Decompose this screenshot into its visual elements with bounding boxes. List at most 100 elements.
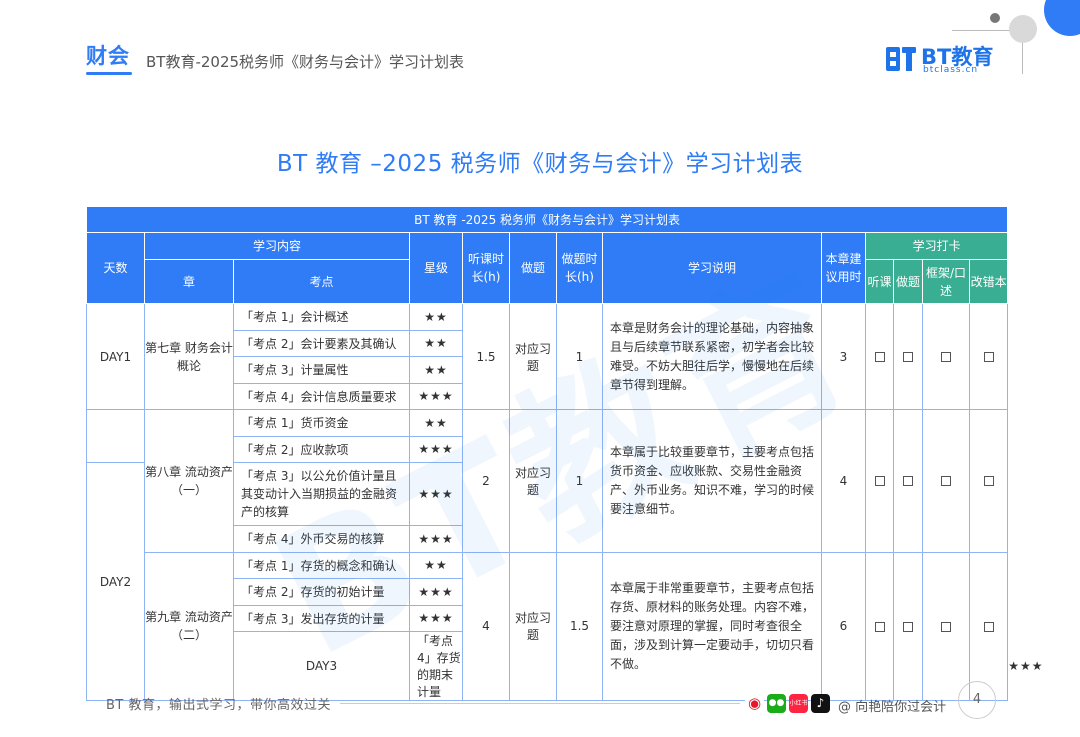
checkbox-cell (968, 303, 1009, 410)
checkin-frame-checkbox[interactable] (941, 621, 951, 632)
checkin-fix-checkbox[interactable] (983, 352, 994, 362)
header-underline (86, 72, 132, 75)
header-check-do: 做题 (893, 259, 923, 304)
header-chapter: 章 (144, 259, 234, 304)
day-cell-empty (86, 409, 145, 463)
header-total: 本章建议用时 (821, 232, 866, 304)
social-icons: ◉ ●● 小红书 ♪ (745, 694, 830, 714)
chapter-cell: 第七章 财务会计概论 (144, 303, 234, 410)
header-notes: 学习说明 (602, 232, 822, 304)
header-stars: 星级 (409, 232, 463, 304)
checkin-fix-checkbox[interactable] (983, 621, 994, 632)
header-check-frame: 框架/口述 (922, 259, 970, 304)
logo-subtext: btclass.cn (923, 65, 979, 75)
point-cell: 「考点 3」发出存货的计量 (233, 604, 410, 632)
table-row: 第八章 流动资产（一） 「考点 1」货币资金 ★★ 2 对应习题 1 本章属于比… (86, 409, 1009, 553)
stars-cell: ★★ (409, 303, 463, 331)
decor-blue-circle (1044, 0, 1080, 36)
notes-cell: 本章属于比较重要章节，主要考点包括货币资金、应收账款、交易性金融资产、外币业务。… (602, 409, 822, 553)
checkin-listen-checkbox[interactable] (874, 476, 885, 487)
header-check-listen: 听课 (865, 259, 894, 304)
header-point: 考点 (233, 259, 410, 304)
weibo-icon[interactable]: ◉ (745, 694, 764, 713)
point-cell: 「考点 1」货币资金 (233, 409, 410, 437)
checkin-do-checkbox[interactable] (903, 352, 913, 362)
header-listen: 听课时长(h) (462, 232, 510, 304)
xiaohongshu-icon[interactable]: 小红书 (789, 694, 808, 713)
stars-cell: ★★★ (409, 435, 463, 463)
checkbox-cell (968, 409, 1009, 553)
checkin-fix-checkbox[interactable] (983, 476, 994, 487)
point-cell: 「考点 2」会计要素及其确认 (233, 329, 410, 357)
checkin-do-checkbox[interactable] (903, 476, 913, 487)
bt-logo-icon (886, 47, 916, 71)
douyin-icon[interactable]: ♪ (811, 694, 830, 713)
point-cell: 「考点 4」会计信息质量要求 (233, 382, 410, 410)
stars-cell: ★★ (409, 409, 463, 437)
notes-cell: 本章是财务会计的理论基础，内容抽象且与后续章节联系紧密，初学者会比较难受。不妨大… (602, 303, 822, 410)
point-cell: 「考点 1」存货的概念和确认 (233, 551, 410, 579)
point-cell: 「考点 4」存货的期末计量 (409, 631, 463, 701)
stars-cell: ★★★ (409, 382, 463, 410)
point-cell: 「考点 3」以公允价值计量且其变动计入当期损益的金融资产的核算 (233, 462, 410, 526)
table-row: DAY1 第七章 财务会计概论 「考点 1」会计概述 ★★ 1.5 对应习题 1… (86, 303, 1009, 410)
point-cell: 「考点 3」计量属性 (233, 356, 410, 384)
listen-hours-cell: 1.5 (462, 303, 510, 410)
point-cell: 「考点 4」外币交易的核算 (233, 525, 410, 553)
footer-slogan: BT 教育，输出式学习，带你高效过关 (106, 698, 331, 713)
header-day: 天数 (86, 232, 145, 304)
point-cell: 「考点 2」存货的初始计量 (233, 578, 410, 606)
stars-cell: ★★ (409, 356, 463, 384)
wechat-icon[interactable]: ●● (767, 694, 786, 713)
point-cell: 「考点 1」会计概述 (233, 303, 410, 331)
stars-cell: ★★ (409, 551, 463, 579)
exercise-cell: 对应习题 (509, 409, 557, 553)
day-cell: DAY2 (86, 462, 145, 701)
header-brand: 财会 (86, 44, 130, 68)
checkbox-cell (865, 551, 894, 701)
checkbox-cell (922, 551, 970, 701)
bt-logo: BT教育 btclass.cn (885, 42, 1005, 76)
study-plan-table: BT 教育 -2025 税务师《财务与会计》学习计划表 天数 学习内容 星级 听… (85, 206, 1043, 701)
footer-divider (340, 703, 740, 704)
stars-cell: ★★★ (409, 525, 463, 553)
decor-gray-circle (1009, 15, 1037, 43)
total-hours-cell: 6 (821, 551, 866, 701)
header-exercise: 做题 (509, 232, 557, 304)
checkbox-cell (922, 409, 970, 553)
checkbox-cell (865, 409, 894, 553)
page-number: 4 (958, 681, 996, 719)
day-cell: DAY3 (233, 631, 410, 701)
checkbox-cell (865, 303, 894, 410)
total-hours-cell: 3 (821, 303, 866, 410)
header-check-fix: 改错本 (968, 259, 1009, 304)
stars-cell: ★★★ (409, 604, 463, 632)
checkin-frame-checkbox[interactable] (941, 476, 951, 487)
decor-dot (990, 13, 1000, 23)
exercise-cell: 对应习题 (509, 303, 557, 410)
table-row: 第九章 流动资产（二） 「考点 1」存货的概念和确认 ★★ 4 对应习题 1.5… (87, 551, 1009, 701)
checkin-listen-checkbox[interactable] (874, 621, 885, 632)
checkbox-cell (922, 303, 970, 410)
checkbox-cell (893, 409, 923, 553)
header-exercise-time: 做题时长(h) (556, 232, 603, 304)
checkbox-cell (893, 303, 923, 410)
page-title: BT 教育 –2025 税务师《财务与会计》学习计划表 (276, 151, 804, 177)
exercise-hours-cell: 1 (556, 303, 603, 410)
checkin-frame-checkbox[interactable] (941, 352, 951, 362)
footer-handle: @ 向艳陪你过会计 (838, 700, 947, 715)
listen-hours-cell: 4 (462, 551, 510, 701)
chapter-cell: 第九章 流动资产（二） (144, 551, 234, 701)
exercise-hours-cell: 1 (556, 409, 603, 553)
checkbox-cell (968, 551, 1009, 701)
header-title: BT教育-2025税务师《财务与会计》学习计划表 (146, 53, 465, 71)
checkin-do-checkbox[interactable] (903, 621, 913, 632)
point-cell: 「考点 2」应收款项 (233, 435, 410, 463)
stars-cell: ★★ (409, 329, 463, 357)
stars-cell: ★★★ (409, 462, 463, 526)
header-checkin: 学习打卡 (864, 232, 1009, 260)
chapter-cell: 第八章 流动资产（一） (144, 409, 234, 553)
header-content: 学习内容 (144, 232, 410, 260)
exercise-hours-cell: 1.5 (556, 551, 603, 701)
checkin-listen-checkbox[interactable] (874, 352, 885, 362)
